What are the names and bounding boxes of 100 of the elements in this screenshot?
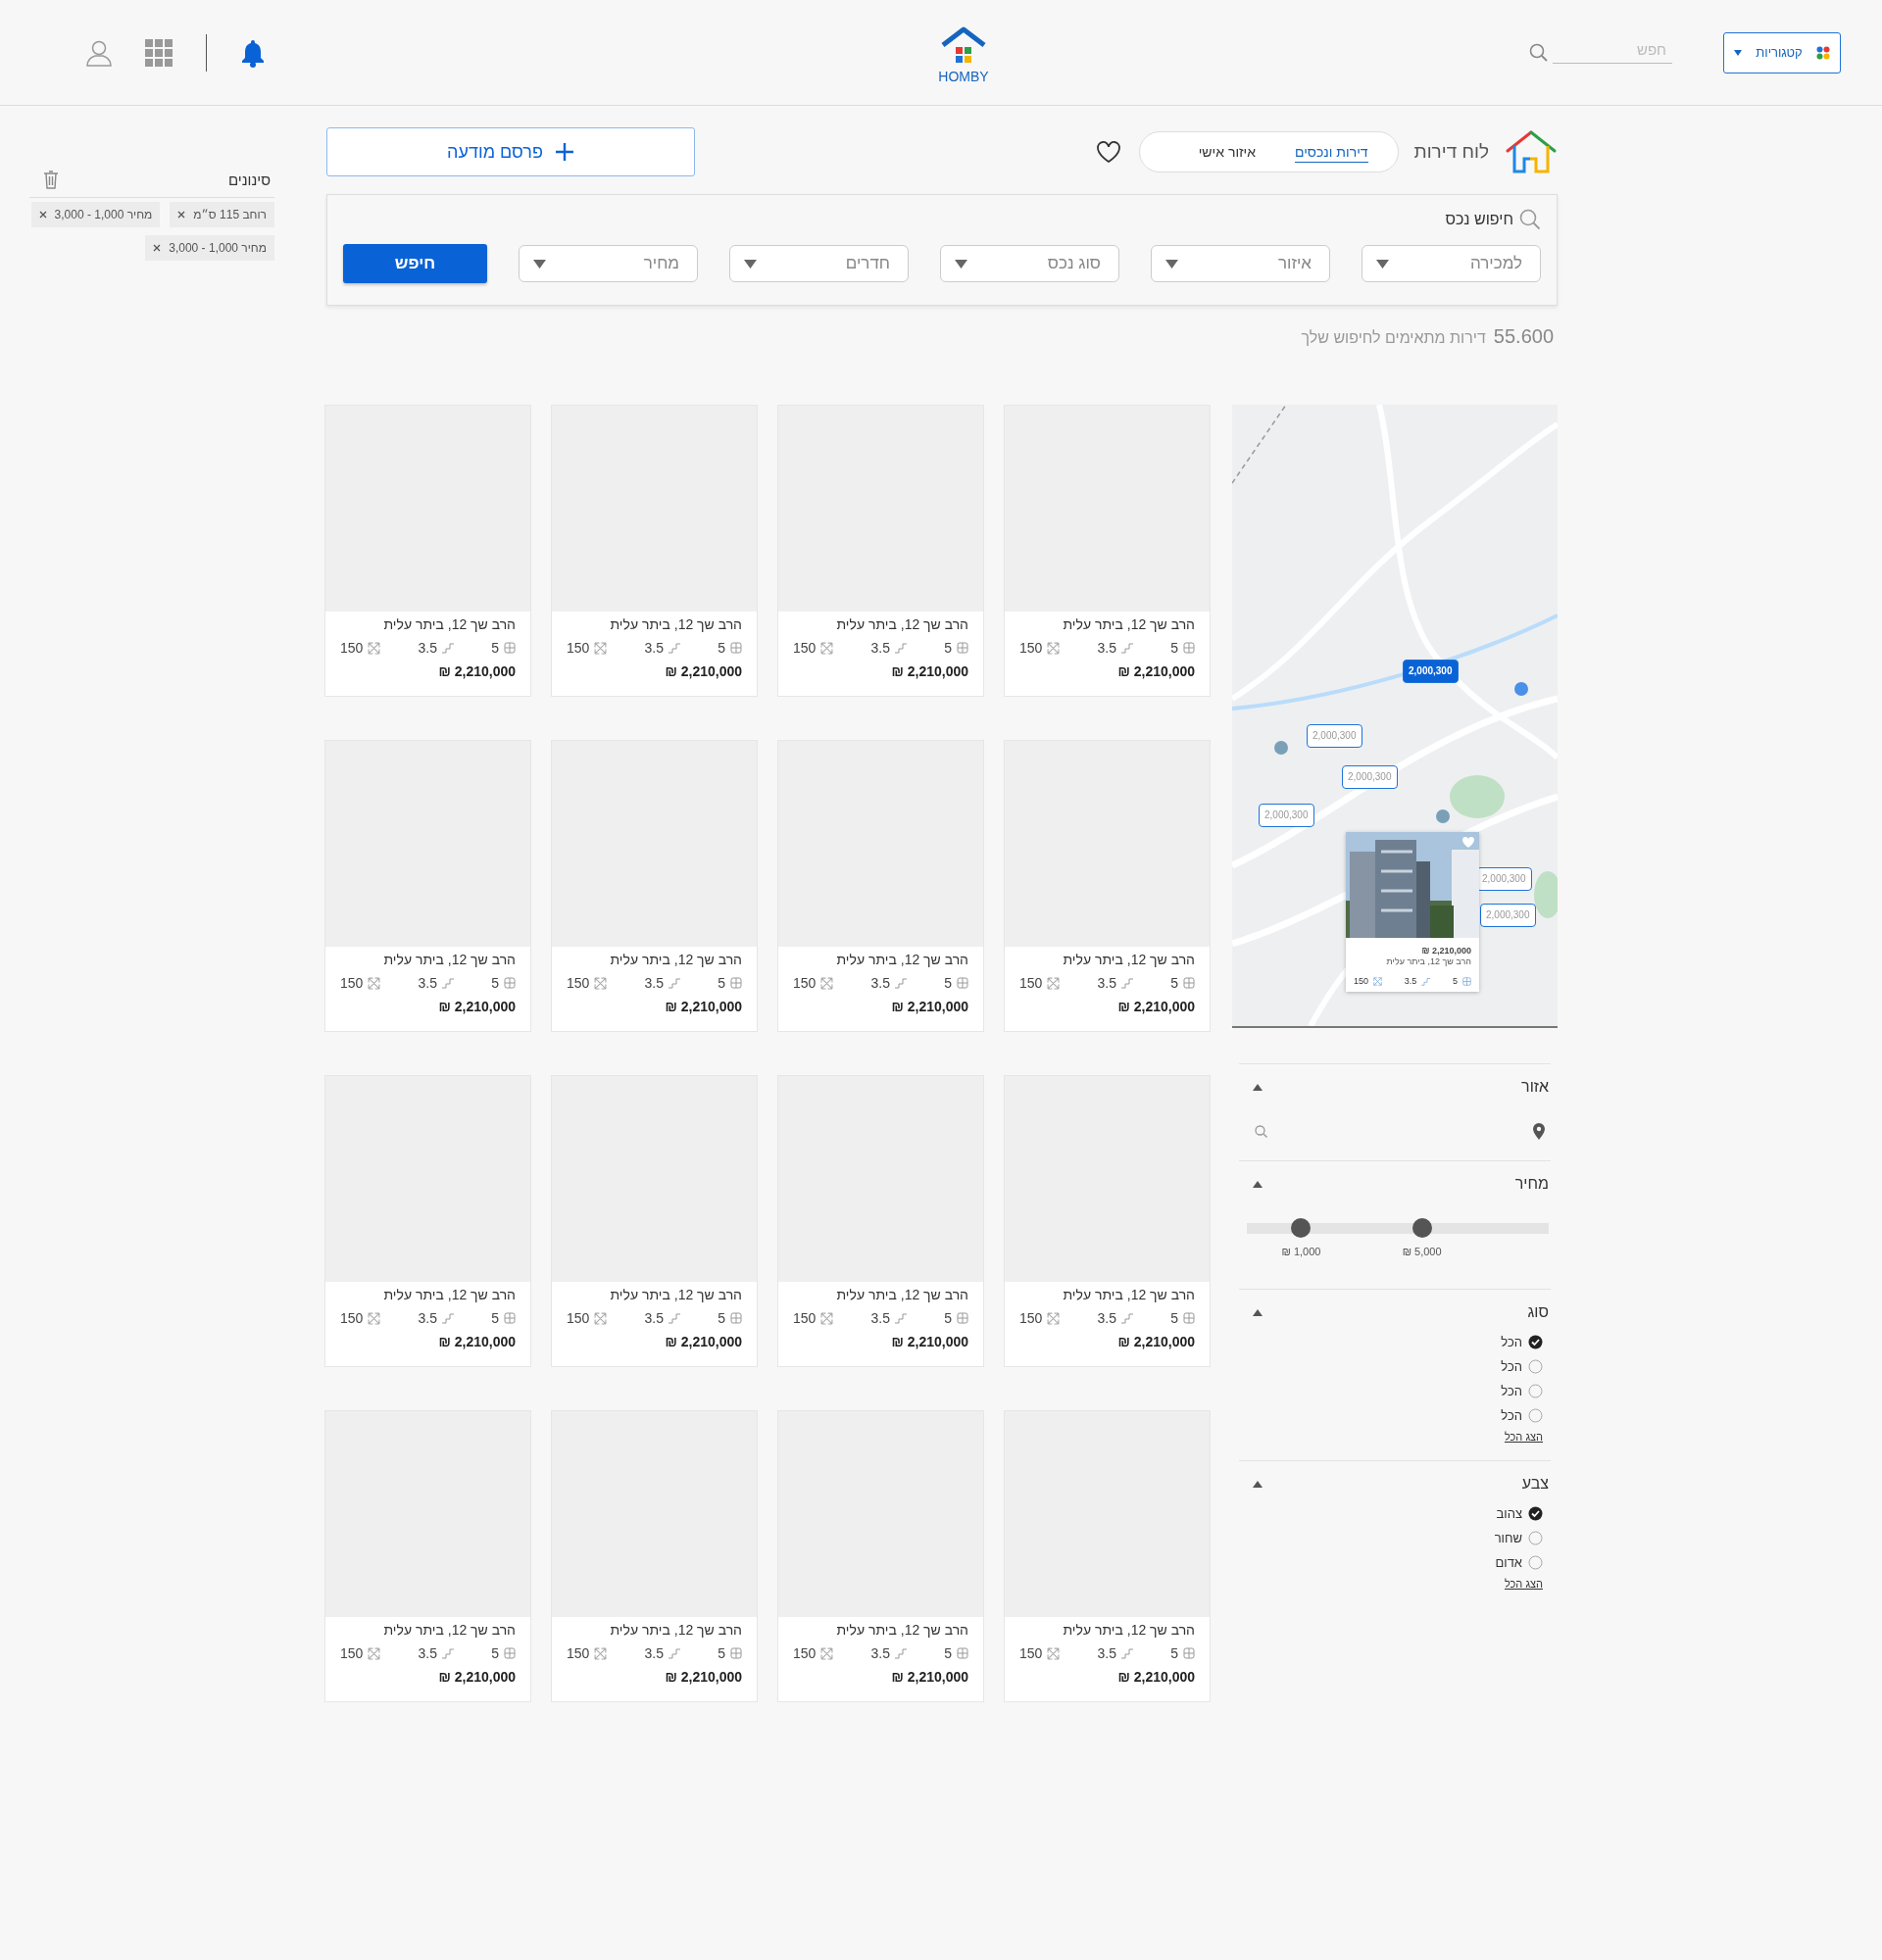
area-size: 150 xyxy=(1019,640,1043,656)
slider-thumb[interactable] xyxy=(1412,1218,1432,1238)
apps-grid-icon[interactable] xyxy=(145,38,173,67)
area-size: 150 xyxy=(567,975,590,991)
address: הרב שך 12, ביתר עלית xyxy=(835,952,968,967)
area-size: 150 xyxy=(340,1310,364,1326)
area-size: 150 xyxy=(793,1310,817,1326)
caret-icon xyxy=(1734,49,1743,56)
expand-icon xyxy=(1047,976,1061,990)
expand-icon xyxy=(1047,1646,1061,1660)
collapse-icon[interactable] xyxy=(1253,1480,1263,1488)
address: הרב שך 12, ביתר עלית xyxy=(835,616,968,632)
radio-button[interactable] xyxy=(1528,1335,1543,1349)
price: 2,210,000 ₪ xyxy=(664,999,742,1014)
rooms-count: 5 xyxy=(1170,1310,1178,1326)
rooms-count: 5 xyxy=(944,1645,952,1661)
dropdown[interactable]: איזור xyxy=(1151,245,1330,282)
collapse-icon[interactable] xyxy=(1253,1083,1263,1091)
radio-button[interactable] xyxy=(1528,1506,1543,1521)
rooms-count: 5 xyxy=(491,1310,499,1326)
price: 2,210,000 ₪ xyxy=(890,1334,968,1349)
rooms-icon xyxy=(957,977,968,989)
radio-button[interactable] xyxy=(1528,1359,1543,1374)
rooms-count: 5 xyxy=(1170,1645,1178,1661)
area-size: 150 xyxy=(1019,1645,1043,1661)
radio-button[interactable] xyxy=(1528,1555,1543,1570)
radio-button[interactable] xyxy=(1528,1531,1543,1545)
dropdown[interactable]: חדרים xyxy=(729,245,910,282)
area-size: 150 xyxy=(340,975,364,991)
option-label: הכל xyxy=(1501,1408,1522,1423)
show-all-link[interactable]: הצג הכל xyxy=(1504,1431,1543,1443)
expand-icon xyxy=(1047,1311,1061,1325)
area-size: 150 xyxy=(793,975,817,991)
dropdown[interactable]: מחיר xyxy=(519,245,699,282)
radio-button[interactable] xyxy=(1528,1408,1543,1423)
rooms-icon xyxy=(504,1312,516,1324)
option-label: אדום xyxy=(1495,1555,1522,1570)
area-size: 150 xyxy=(567,640,590,656)
rooms-icon xyxy=(504,642,516,654)
collapse-icon[interactable] xyxy=(1253,1180,1263,1188)
filter-chip[interactable]: מחיר 1,000 - 3,000 xyxy=(30,202,161,227)
slider-thumb[interactable] xyxy=(1291,1218,1312,1238)
filter-chip[interactable]: רוחב 115 ס״מ xyxy=(170,202,274,227)
collapse-icon[interactable] xyxy=(1253,1308,1263,1316)
close-icon[interactable] xyxy=(153,244,162,252)
rooms-count: 5 xyxy=(491,640,499,656)
price: 2,210,000 ₪ xyxy=(664,663,742,679)
search-button[interactable]: חיפש xyxy=(343,244,488,283)
bell-icon[interactable] xyxy=(240,37,266,68)
floor-number: 3.5 xyxy=(644,975,664,991)
expand-icon xyxy=(594,1311,608,1325)
show-all-link[interactable]: הצג הכל xyxy=(1504,1578,1543,1590)
house-icon xyxy=(1505,129,1558,174)
address: הרב שך 12, ביתר עלית xyxy=(609,952,742,967)
radio-button[interactable] xyxy=(1528,1384,1543,1398)
filters-title: סינונים xyxy=(227,172,271,188)
rooms-count: 5 xyxy=(944,640,952,656)
close-icon[interactable] xyxy=(38,211,47,219)
expand-icon xyxy=(368,1311,381,1325)
user-icon[interactable] xyxy=(86,38,112,67)
price: 2,210,000 ₪ xyxy=(437,1334,516,1349)
logo-text: HOMBY xyxy=(938,68,989,84)
dropdown[interactable]: סוג נכס xyxy=(940,245,1120,282)
search-icon xyxy=(1255,1124,1267,1138)
close-icon[interactable] xyxy=(177,211,186,219)
area-size: 150 xyxy=(340,640,364,656)
rooms-icon xyxy=(1183,642,1195,654)
tab[interactable]: איזור אישי xyxy=(1198,141,1256,163)
board-title: לוח דירות xyxy=(1413,141,1489,163)
heart-icon[interactable] xyxy=(1095,140,1121,164)
tab[interactable]: דירות ונכסים xyxy=(1295,141,1368,163)
caret-icon xyxy=(955,259,968,269)
expand-icon xyxy=(1047,641,1061,655)
floor-number: 3.5 xyxy=(870,640,890,656)
publish-button[interactable]: פרסם מודעה xyxy=(326,127,695,176)
rooms-count: 5 xyxy=(1170,975,1178,991)
expand-icon xyxy=(820,641,834,655)
floor-number: 3.5 xyxy=(418,640,437,656)
caret-icon xyxy=(744,259,758,269)
search-field[interactable]: חפש xyxy=(1553,41,1672,64)
rooms-count: 5 xyxy=(718,1645,725,1661)
stairs-icon xyxy=(1121,977,1133,989)
floor-number: 3.5 xyxy=(418,975,437,991)
stairs-icon xyxy=(1121,1647,1133,1659)
rooms-icon xyxy=(1183,977,1195,989)
area-size: 150 xyxy=(340,1645,364,1661)
address: הרב שך 12, ביתר עלית xyxy=(382,952,516,967)
expand-icon xyxy=(820,976,834,990)
dropdown[interactable]: למכירה xyxy=(1362,245,1541,282)
price: 2,210,000 ₪ xyxy=(664,1334,742,1349)
filter-chip[interactable]: מחיר 1,000 - 3,000 xyxy=(145,235,274,261)
area-size: 150 xyxy=(1019,975,1043,991)
categories-button[interactable]: קטגוריות xyxy=(1723,31,1841,74)
floor-number: 3.5 xyxy=(1097,975,1116,991)
address: הרב שך 12, ביתר עלית xyxy=(609,1287,742,1302)
rooms-count: 5 xyxy=(718,975,725,991)
stairs-icon xyxy=(442,977,454,989)
expand-icon xyxy=(368,641,381,655)
trash-icon[interactable] xyxy=(43,171,59,189)
floor-number: 3.5 xyxy=(418,1645,437,1661)
